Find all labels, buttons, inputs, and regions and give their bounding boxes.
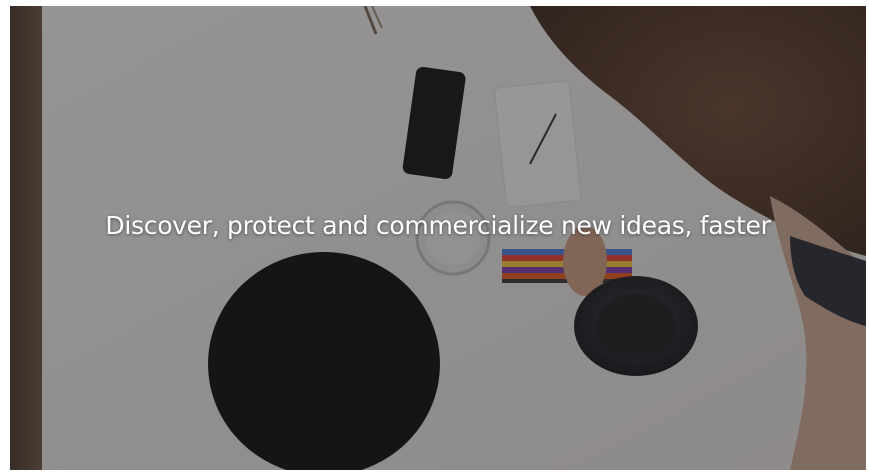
page: Discover, protect and commercialize new … [0,0,869,472]
hero-headline: Discover, protect and commercialize new … [105,211,771,240]
hero-banner: Discover, protect and commercialize new … [10,6,866,470]
